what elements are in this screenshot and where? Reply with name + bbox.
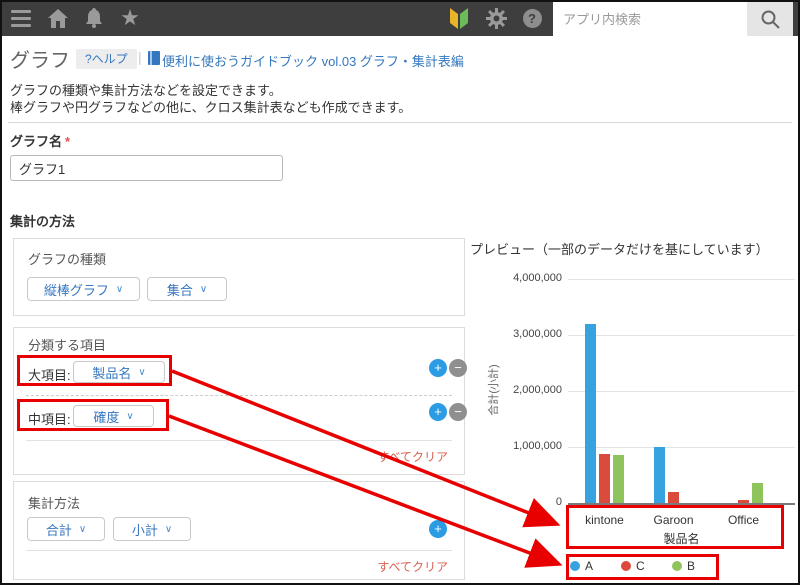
- legend-label-C: C: [636, 559, 645, 573]
- kintone-graph-settings-screen: ★ ? グラフ ?ヘルプ |: [0, 0, 800, 585]
- chart-y-tick-label: 2,000,000: [513, 384, 562, 396]
- chart-x-category-label: Office: [727, 513, 760, 527]
- chart-y-tick-label: 0: [555, 496, 562, 508]
- chart-y-tick-label: 3,000,000: [513, 328, 562, 340]
- legend-dot-A: [570, 561, 580, 571]
- chart-y-axis-title: 合計(小計): [488, 364, 500, 416]
- chart-bar-C-kintone: [599, 454, 610, 503]
- chart-y-tick-label: 1,000,000: [513, 440, 562, 452]
- chart-bar-C-Office: [738, 500, 749, 503]
- chart-gridline: [568, 335, 795, 336]
- chart-bar-B-kintone: [613, 455, 624, 503]
- chart-bar-B-Office: [752, 483, 763, 503]
- chart-gridline: [568, 447, 795, 448]
- legend-label-A: A: [585, 559, 594, 573]
- preview-bar-chart: 0 1,000,000 2,000,000 3,000,000 4,000,000 kin…: [0, 0, 800, 585]
- chart-bar-C-Garoon: [668, 492, 679, 503]
- chart-gridline: [568, 391, 795, 392]
- legend-label-B: B: [687, 559, 696, 573]
- chart-x-axis-line: [568, 503, 795, 505]
- legend-dot-B: [672, 561, 682, 571]
- chart-bar-A-Garoon: [654, 447, 665, 503]
- chart-bar-A-kintone: [585, 324, 596, 503]
- legend-dot-C: [621, 561, 631, 571]
- chart-x-axis-title: 製品名: [663, 532, 700, 546]
- chart-gridline: [568, 279, 795, 280]
- chart-y-tick-label: 4,000,000: [513, 272, 562, 284]
